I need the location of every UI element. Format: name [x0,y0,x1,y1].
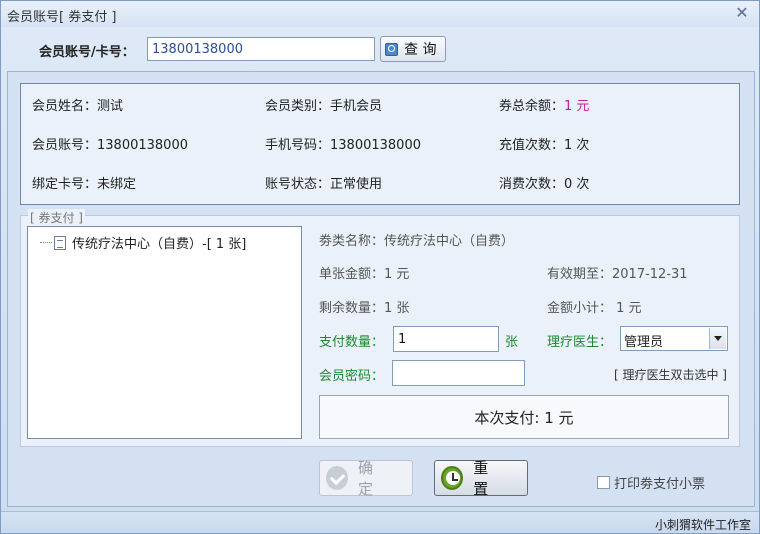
dialog-window: 会员账号[ 券支付 ] ✕ 会员账号/卡号： 查 询 会员姓名：测试 会员类别：… [0,0,760,534]
member-name: 会员姓名：测试 [32,95,123,114]
member-password-label: 会员密码： [319,369,385,384]
pay-quantity-unit: 张 [505,335,519,350]
search-label: 会员账号/卡号： [39,45,135,60]
recharge-count-label: 充值次数： [499,138,565,153]
status-bar: 小刺猬软件工作室 [1,511,759,533]
chevron-down-icon[interactable] [709,328,726,349]
member-account-input[interactable] [147,37,375,61]
unit-amount: 单张金额：1 元 [319,267,410,282]
consume-count: 消费次数：0 次 [499,173,589,192]
doctor-label: 理疗医生： [547,335,613,350]
doctor-select[interactable]: 管理员 [620,326,728,351]
check-icon [326,466,349,490]
member-info-panel: 会员姓名：测试 会员类别：手机会员 券总余额：1 元 会员账号：13800138… [20,83,740,205]
pay-quantity-label: 支付数量： [319,335,385,350]
phone-number-value: 13800138000 [330,138,421,153]
bound-card-label: 绑定卡号： [32,177,98,192]
phone-number: 手机号码：13800138000 [265,134,421,153]
clock-icon [441,466,464,490]
tree-item-voucher[interactable]: 传统疗法中心（自费）-[ 1 张] [40,233,246,252]
query-button[interactable]: 查 询 [380,36,446,62]
close-icon[interactable]: ✕ [731,3,753,23]
pay-quantity-input[interactable] [393,326,499,352]
print-receipt-checkbox[interactable] [597,476,610,489]
member-type-label: 会员类别： [265,99,331,114]
member-type-value: 手机会员 [330,99,383,114]
voucher-tree[interactable]: 传统疗法中心（自费）-[ 1 张] [27,226,302,439]
member-account: 会员账号：13800138000 [32,134,188,153]
expiry-date: 有效期至：2017-12-31 [547,267,688,282]
search-row: 会员账号/卡号： 查 询 [1,35,760,63]
voucher-balance-label: 券总余额： [499,99,565,114]
tree-item-label: 传统疗法中心（自费）-[ 1 张] [72,237,247,252]
consume-count-label: 消费次数： [499,177,565,192]
recharge-count-value: 1 次 [564,138,590,153]
query-button-label: 查 询 [404,42,437,58]
phone-number-label: 手机号码： [265,138,331,153]
member-name-value: 测试 [97,99,124,114]
pay-total-text: 本次支付: 1 元 [474,408,574,427]
account-status-label: 账号状态： [265,177,331,192]
voucher-pay-legend: [ 券支付 ] [28,209,85,226]
doctor-hint: [ 理疗医生双击选中 ] [614,368,727,382]
member-account-value: 13800138000 [97,138,188,153]
print-receipt-option[interactable]: 打印劵支付小票 [597,473,705,492]
member-account-label: 会员账号： [32,138,98,153]
consume-count-value: 0 次 [564,177,590,192]
confirm-button-label: 确 定 [358,459,382,498]
member-type: 会员类别：手机会员 [265,95,382,114]
tree-connector [40,242,52,243]
amount-subtotal: 金额小计： 1 元 [547,301,642,316]
voucher-balance-value: 1 元 [564,99,590,114]
document-icon [54,235,66,250]
account-status-value: 正常使用 [330,177,383,192]
print-receipt-label: 打印劵支付小票 [614,477,706,492]
reset-button[interactable]: 重 置 [434,459,528,498]
confirm-button[interactable]: 确 定 [319,459,413,498]
title-bar: 会员账号[ 券支付 ] ✕ [1,1,759,27]
window-title: 会员账号[ 券支付 ] [7,10,117,25]
member-password-input[interactable] [392,360,525,386]
bound-card-value: 未绑定 [97,177,137,192]
voucher-balance: 券总余额：1 元 [499,95,589,114]
pay-total-box: 本次支付: 1 元 [319,395,729,439]
voucher-type-name: 劵类名称：传统疗法中心（自费） [319,234,515,249]
reset-button-label: 重 置 [473,459,497,498]
bound-card: 绑定卡号：未绑定 [32,173,136,192]
recharge-count: 充值次数：1 次 [499,134,589,153]
doctor-select-value: 管理员 [624,335,664,350]
account-status: 账号状态：正常使用 [265,173,382,192]
member-name-label: 会员姓名： [32,99,98,114]
search-icon [385,42,398,56]
status-text: 小刺猬软件工作室 [654,518,751,532]
remaining-quantity: 剩余数量：1 张 [319,301,410,316]
